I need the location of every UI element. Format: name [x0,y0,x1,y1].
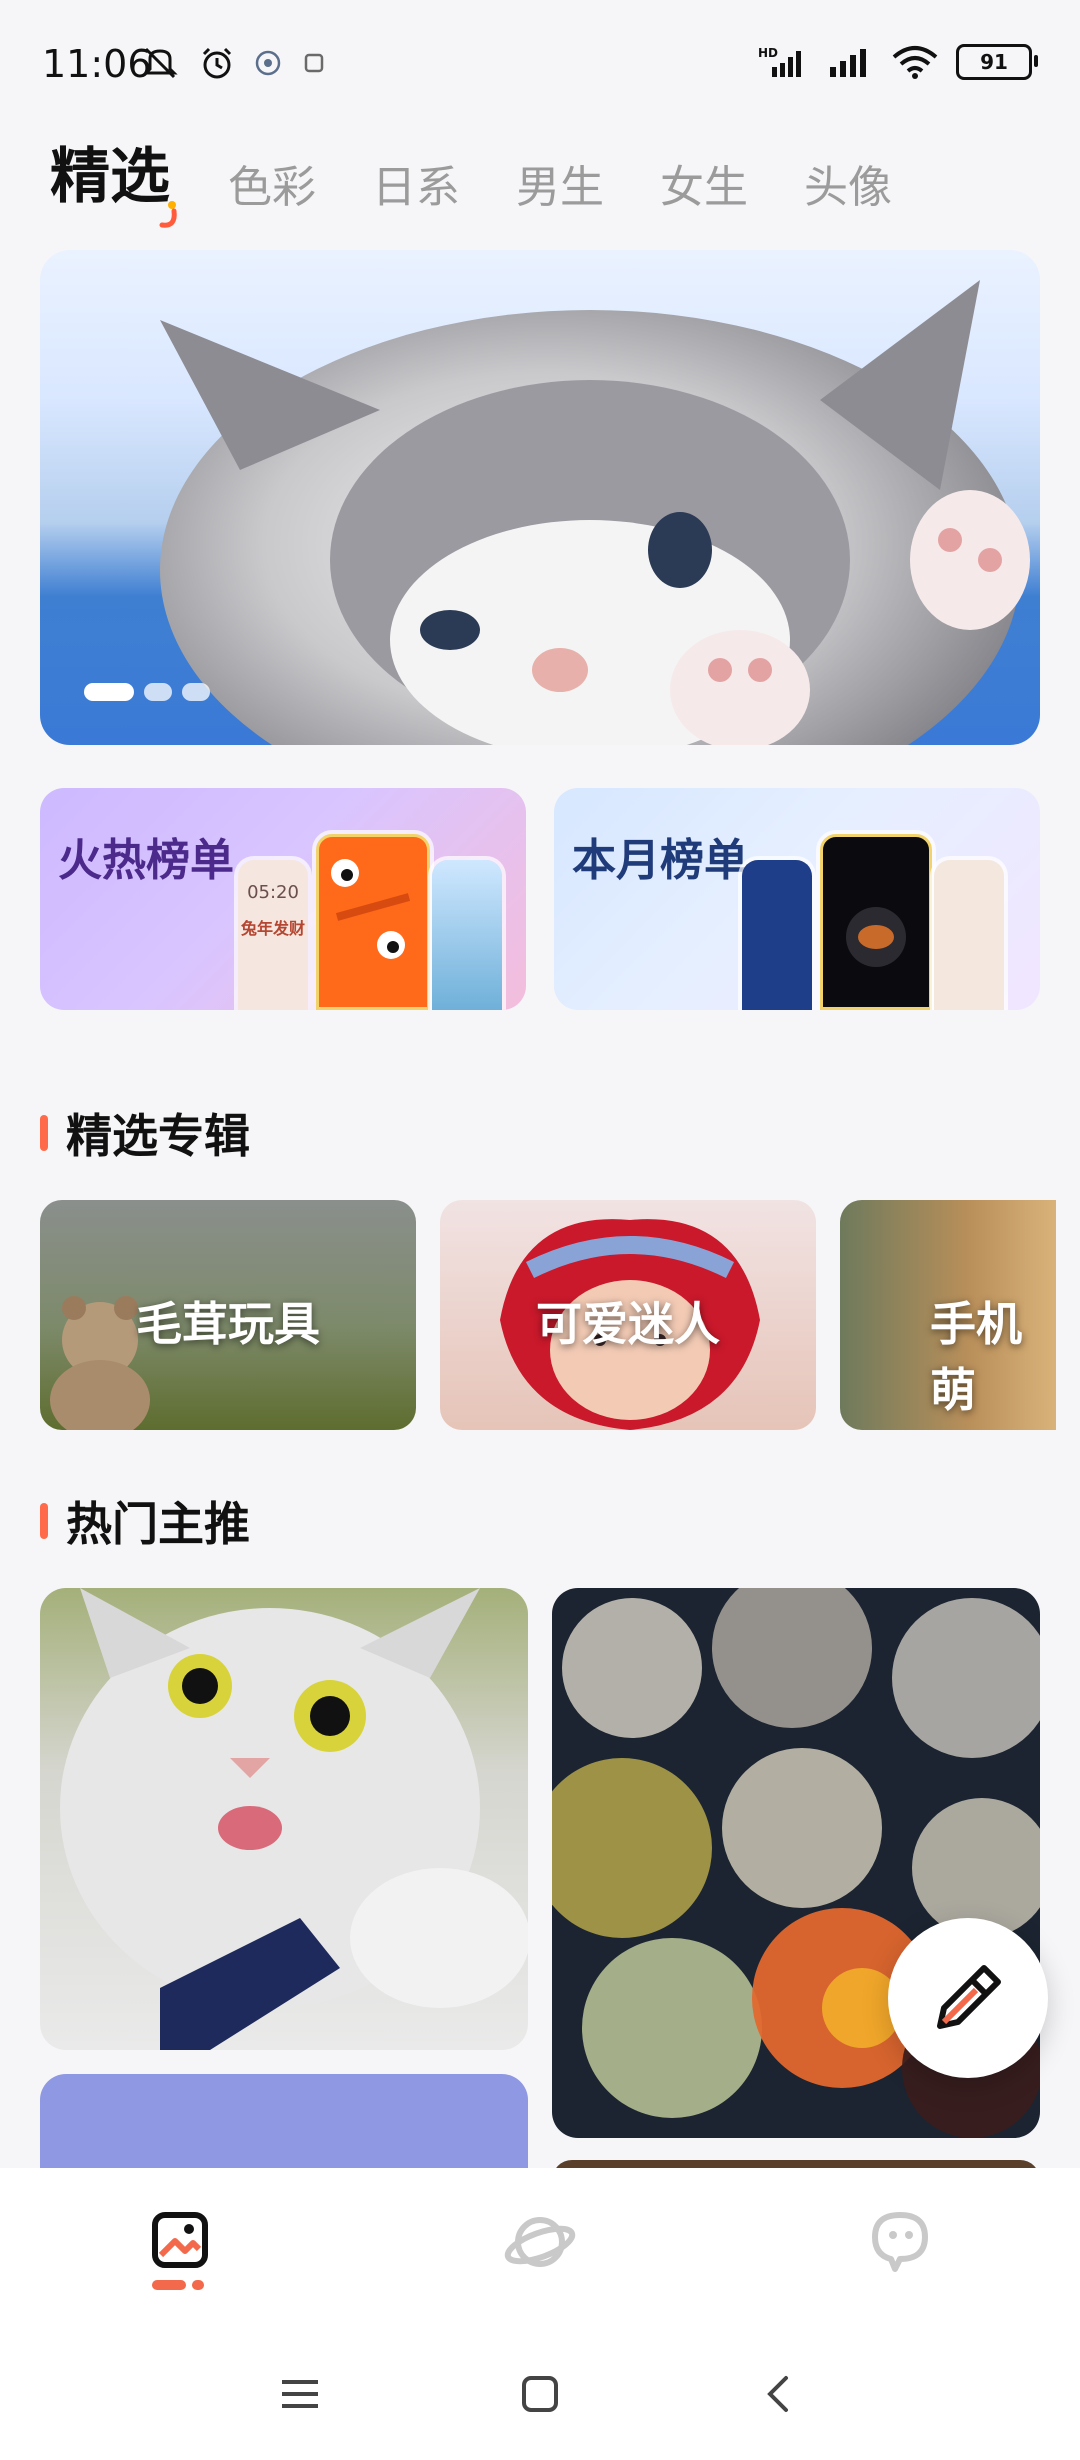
nav-active-indicator [152,2280,204,2290]
phone-time-text: 05:20 [247,882,299,903]
featured-albums-title: 精选专辑 [40,1100,250,1166]
alarm-icon [202,47,232,79]
wallpaper-tile-cat[interactable] [40,1588,528,2050]
wifi-icon [892,46,938,79]
status-icons-right: HD 91 [758,44,1038,80]
back-chevron-icon [767,2376,788,2412]
monthly-ranking-title: 本月榜单 [572,835,748,886]
tab-featured-label: 精选 [50,142,170,212]
album-label-cute: 可爱迷人 [536,1297,720,1351]
album-label-plush: 毛茸玩具 [136,1297,320,1351]
status-time: 11:06 [42,42,152,86]
album-label-phone: 手机萌 [930,1297,1022,1417]
section-accent-bar [40,1115,48,1151]
ranking-phone-preview-1: 05:20 兔年发财 [238,860,308,1010]
ranking-phone-preview-4 [742,860,812,1010]
nav-planet[interactable] [500,2202,580,2282]
banner-carousel[interactable] [40,250,1040,745]
astronaut-helmet-icon [846,907,906,967]
monthly-ranking-card[interactable]: 本月榜单 [554,788,1040,1010]
album-card-cute[interactable]: 可爱迷人 [440,1200,816,1430]
tab-avatar[interactable]: 头像 [804,151,892,215]
hot-recommend-label: 热门主推 [66,1497,250,1551]
ranking-phone-preview-6 [934,860,1004,1010]
nav-chat[interactable] [860,2202,940,2282]
carousel-dots [84,683,210,701]
album-card-plush[interactable]: 毛茸玩具 [40,1200,416,1430]
image-icon [152,2212,208,2268]
hot-ranking-title: 火热榜单 [58,835,234,886]
planet-icon [504,2217,576,2267]
ranking-phone-preview-2 [316,834,430,1010]
mute-icon [142,47,178,79]
tab-girls[interactable]: 女生 [660,151,748,215]
home-square-icon [522,2376,558,2412]
menu-icon [282,2380,318,2408]
tab-color[interactable]: 色彩 [228,151,316,215]
section-accent-bar-2 [40,1503,48,1539]
app-notif-icon-2 [304,53,324,73]
tab-japanese[interactable]: 日系 [372,151,460,215]
chat-bubble-icon [872,2212,928,2272]
orange-monster-icon [331,859,411,959]
phone-caption-text: 兔年发财 [240,919,305,938]
pen-icon [937,1965,1001,2029]
battery-icon: 91 [956,44,1038,80]
tab-featured[interactable]: 精选 [50,128,177,228]
ranking-phone-preview-5 [820,834,932,1010]
category-tabs: 精选 色彩 日系 男生 女生 头像 [50,128,948,228]
battery-level: 91 [980,50,1008,74]
featured-albums-label: 精选专辑 [66,1109,250,1163]
album-card-phone[interactable]: 手机萌 [840,1200,1056,1430]
status-bar: 11:06 HD 91 [0,0,1080,120]
carousel-dot-2[interactable] [144,683,172,701]
svg-text:HD: HD [758,46,778,60]
create-pen-button[interactable] [888,1918,1048,2078]
carousel-dot-1[interactable] [84,683,134,701]
status-icons-left [140,44,328,82]
banner-kitten-image [160,280,1030,745]
recent-apps-button[interactable] [270,2364,330,2424]
app-notif-icon [255,50,281,76]
hot-ranking-card[interactable]: 火热榜单 05:20 兔年发财 [40,788,526,1010]
system-navigation-bar [0,2364,1080,2434]
carousel-dot-3[interactable] [182,683,210,701]
signal-icon [830,49,866,77]
nav-wallpaper[interactable] [140,2202,220,2282]
hd-signal-icon: HD [758,46,801,77]
ranking-phone-preview-3 [432,860,502,1010]
home-button[interactable] [510,2364,570,2424]
back-button[interactable] [750,2364,810,2424]
active-tab-indicator [159,201,177,228]
surprised-cat-image [60,1588,528,2050]
tab-boys[interactable]: 男生 [516,151,604,215]
hot-recommend-title: 热门主推 [40,1488,250,1554]
